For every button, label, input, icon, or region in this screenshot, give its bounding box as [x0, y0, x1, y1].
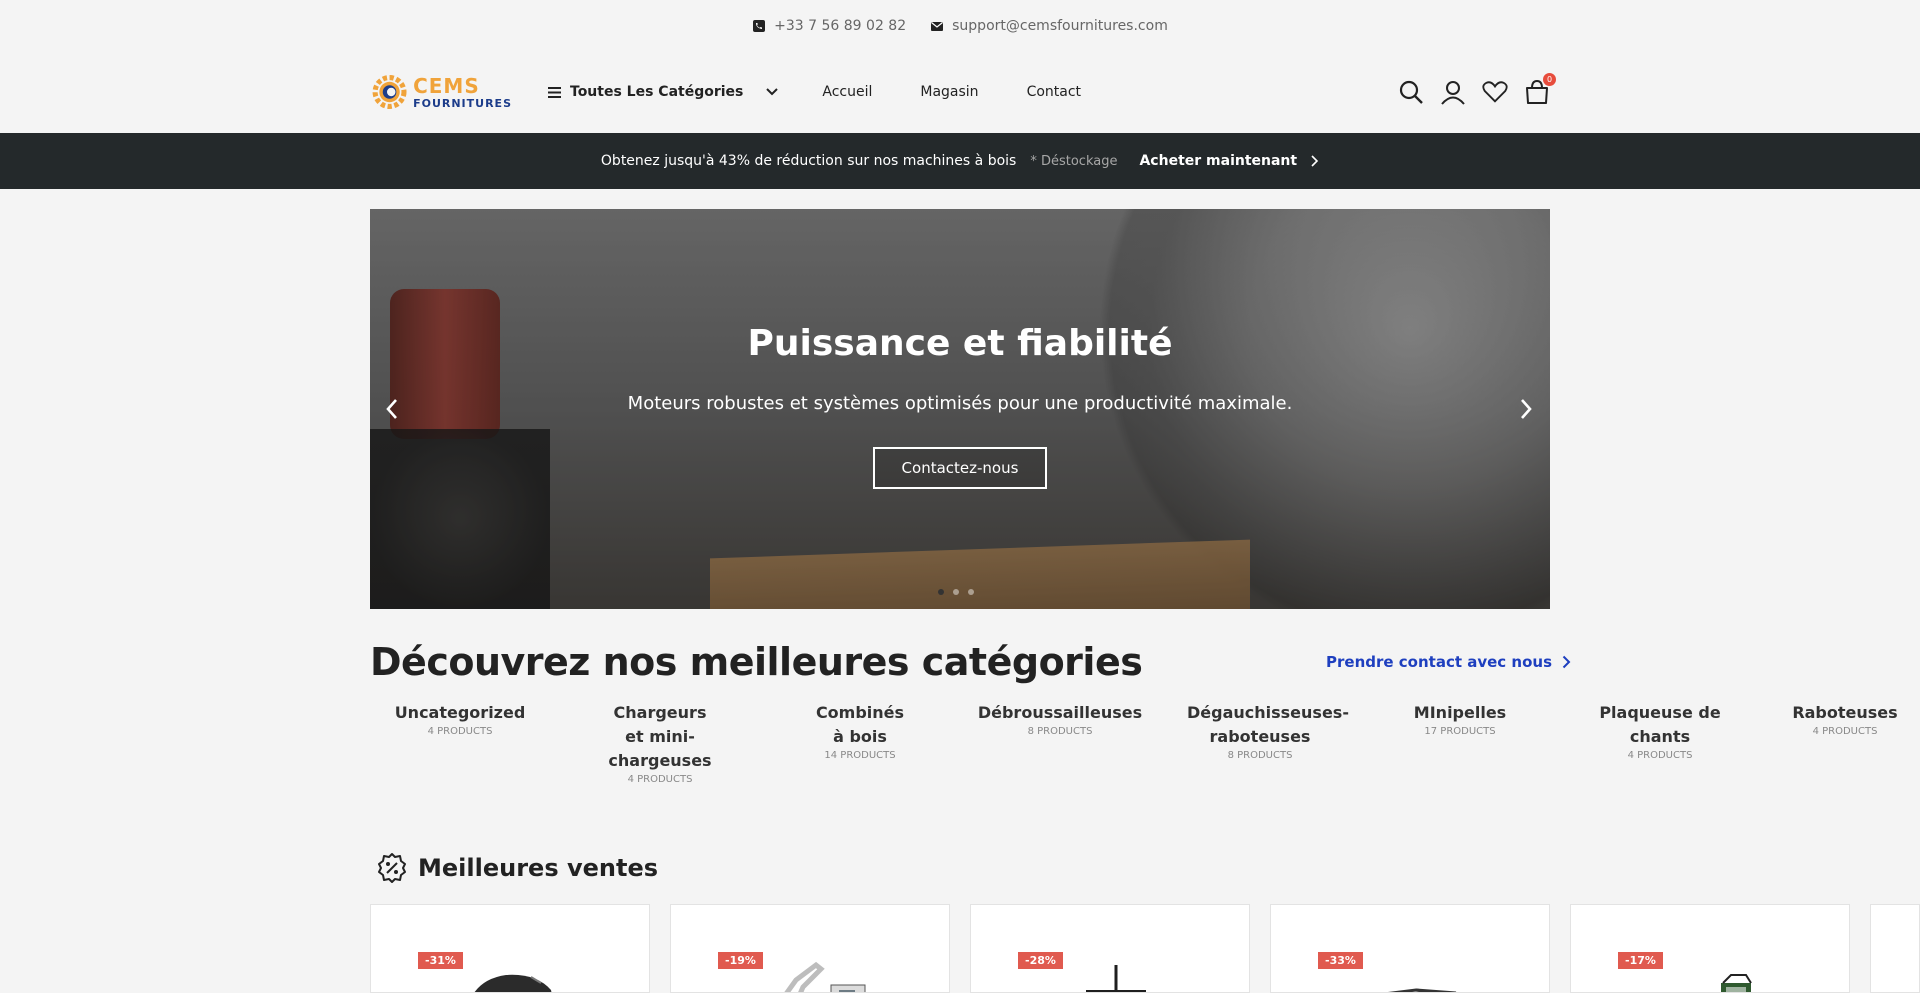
- category-name: MInipelles: [1413, 703, 1507, 722]
- category-count: 8 PRODUCTS: [1227, 750, 1293, 761]
- user-icon[interactable]: [1440, 79, 1466, 105]
- best-sellers-title: Meilleures ventes: [418, 854, 658, 882]
- category-name: Combinés à bois: [815, 703, 905, 746]
- category-uncategorized[interactable]: Uncategorized 4 PRODUCTS: [375, 701, 545, 737]
- main-header: CEMS FOURNITURES Toutes Les Catégories A…: [370, 66, 1556, 118]
- slider-next-arrow-icon[interactable]: [1514, 397, 1538, 421]
- discount-badge: -28%: [1018, 952, 1063, 969]
- promo-cta-link[interactable]: Acheter maintenant: [1139, 153, 1297, 169]
- logo-text-fournitures: FOURNITURES: [413, 96, 512, 110]
- contact-us-link[interactable]: Prendre contact avec nous: [1326, 653, 1571, 671]
- nav-accueil[interactable]: Accueil: [822, 84, 872, 100]
- product-card[interactable]: [1870, 904, 1920, 993]
- hero-subtitle: Moteurs robustes et systèmes optimisés p…: [627, 393, 1293, 414]
- promo-text: Obtenez jusqu'à 43% de réduction sur nos…: [600, 153, 1017, 169]
- slider-dot[interactable]: [953, 589, 959, 595]
- slider-dots: [938, 589, 974, 595]
- categories-label: Toutes Les Catégories: [570, 84, 744, 100]
- header-actions: 0: [1398, 73, 1556, 105]
- nav-contact[interactable]: Contact: [1027, 84, 1081, 100]
- envelope-icon: [930, 19, 944, 33]
- discount-badge-icon: [378, 853, 406, 883]
- product-card[interactable]: -31%: [370, 904, 650, 993]
- category-name: Plaqueuse de chants: [1599, 703, 1721, 746]
- category-name: Débroussailleuses: [977, 703, 1143, 722]
- slider-dot[interactable]: [938, 589, 944, 595]
- discount-badge: -31%: [418, 952, 463, 969]
- category-chargeurs[interactable]: Chargeurs et mini-chargeuses 4 PRODUCTS: [575, 701, 745, 785]
- contact-us-link-label: Prendre contact avec nous: [1326, 653, 1553, 671]
- hero-title: Puissance et fiabilité: [747, 323, 1173, 364]
- discount-badge: -33%: [1318, 952, 1363, 969]
- search-icon[interactable]: [1398, 79, 1424, 105]
- slider-prev-arrow-icon[interactable]: [380, 397, 404, 421]
- category-count: 14 PRODUCTS: [824, 750, 896, 761]
- category-name: Chargeurs et mini-chargeuses: [608, 703, 712, 770]
- logo-text-cems: CEMS: [413, 73, 480, 98]
- product-card[interactable]: -33%: [1270, 904, 1550, 993]
- best-sellers-header: Meilleures ventes: [376, 852, 658, 884]
- category-count: 4 PRODUCTS: [1627, 750, 1693, 761]
- phone-number: +33 7 56 89 02 82: [774, 18, 907, 34]
- phone-contact[interactable]: +33 7 56 89 02 82: [752, 18, 906, 34]
- site-logo[interactable]: CEMS FOURNITURES: [370, 67, 512, 117]
- cart-icon[interactable]: 0: [1524, 73, 1556, 105]
- menu-icon: [548, 86, 561, 98]
- chevron-right-icon: [1311, 155, 1319, 167]
- category-raboteuses[interactable]: Raboteuses 4 PRODUCTS: [1775, 701, 1915, 737]
- category-combines-a-bois[interactable]: Combinés à bois 14 PRODUCTS: [775, 701, 945, 761]
- email-contact[interactable]: support@cemsfournitures.com: [930, 18, 1168, 34]
- product-thumbnail: [1721, 974, 1752, 992]
- email-address: support@cemsfournitures.com: [952, 18, 1168, 34]
- category-minipelles[interactable]: MInipelles 17 PRODUCTS: [1375, 701, 1545, 737]
- category-name: Raboteuses: [1792, 703, 1898, 722]
- category-plaqueuse-de-chants[interactable]: Plaqueuse de chants 4 PRODUCTS: [1575, 701, 1745, 761]
- heart-icon[interactable]: [1482, 79, 1508, 105]
- main-nav: Accueil Magasin Contact: [822, 84, 1081, 100]
- category-degauchisseuses[interactable]: Dégauchisseuses-raboteuses 8 PRODUCTS: [1175, 701, 1349, 761]
- product-thumbnail: [1086, 965, 1146, 992]
- category-count: 17 PRODUCTS: [1424, 726, 1496, 737]
- product-thumbnail: [474, 974, 552, 992]
- top-contact-bar: +33 7 56 89 02 82 support@cemsfourniture…: [0, 0, 1920, 52]
- category-name: Dégauchisseuses-raboteuses: [1187, 703, 1349, 746]
- category-count: 8 PRODUCTS: [1027, 726, 1093, 737]
- product-card[interactable]: -19%: [670, 904, 950, 993]
- discount-badge: -19%: [718, 952, 763, 969]
- category-count: 4 PRODUCTS: [427, 726, 493, 737]
- product-thumbnail: [784, 961, 866, 992]
- product-card[interactable]: -28%: [970, 904, 1250, 993]
- gear-logo-icon: [372, 75, 407, 109]
- category-count: 4 PRODUCTS: [627, 774, 693, 785]
- nav-magasin[interactable]: Magasin: [920, 84, 978, 100]
- slider-dot[interactable]: [968, 589, 974, 595]
- category-debroussailleuses[interactable]: Débroussailleuses 8 PRODUCTS: [975, 701, 1145, 737]
- categories-section-title: Découvrez nos meilleures catégories: [370, 640, 1143, 684]
- chevron-right-icon: [1562, 655, 1571, 669]
- promo-tag: * Déstockage: [1030, 153, 1118, 169]
- category-count: 4 PRODUCTS: [1812, 726, 1878, 737]
- product-thumbnail: [1387, 988, 1457, 992]
- promo-bar: Obtenez jusqu'à 43% de réduction sur nos…: [0, 133, 1920, 189]
- all-categories-dropdown[interactable]: Toutes Les Catégories: [548, 84, 779, 100]
- category-name: Uncategorized: [394, 703, 526, 722]
- hero-slider: Puissance et fiabilité Moteurs robustes …: [370, 209, 1550, 609]
- chevron-down-icon: [766, 88, 779, 96]
- cart-count-badge: 0: [1543, 73, 1556, 86]
- discount-badge: -17%: [1618, 952, 1663, 969]
- product-card[interactable]: -17%: [1570, 904, 1850, 993]
- hero-contact-button[interactable]: Contactez-nous: [873, 447, 1047, 489]
- phone-icon: [752, 19, 766, 33]
